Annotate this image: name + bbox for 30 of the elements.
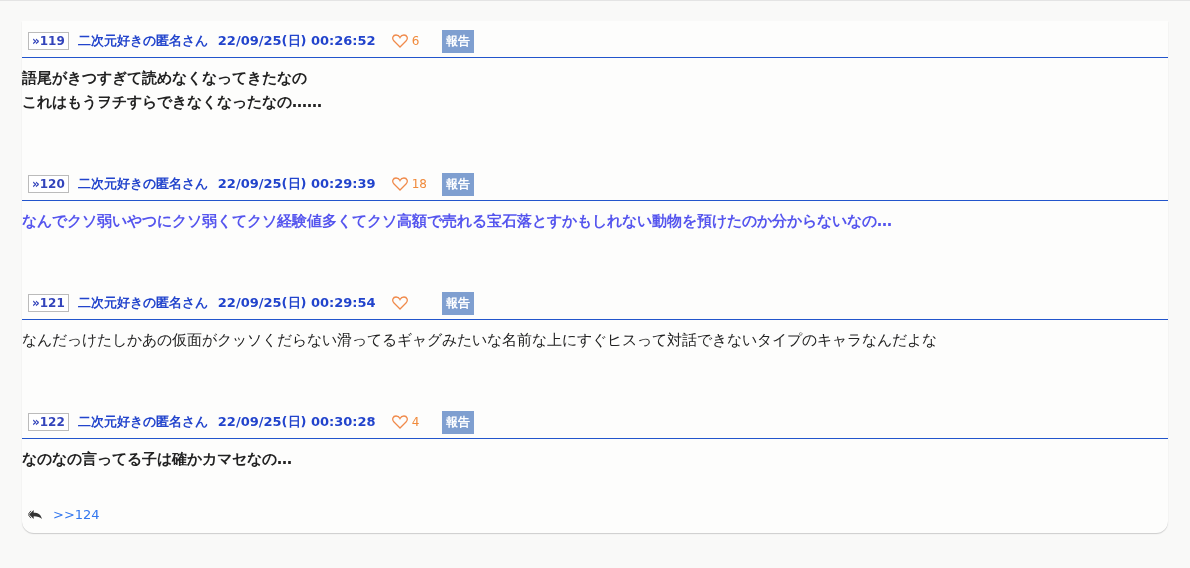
- report-button[interactable]: 報告: [441, 291, 474, 315]
- post-number-link[interactable]: »120: [28, 175, 69, 193]
- heart-icon[interactable]: [391, 34, 408, 48]
- reply-link[interactable]: >>124: [53, 506, 100, 522]
- post-date: 22/09/25(日) 00:29:39: [217, 175, 376, 193]
- heart-icon[interactable]: [391, 296, 408, 310]
- report-button[interactable]: 報告: [441, 29, 474, 53]
- report-button[interactable]: 報告: [441, 172, 474, 196]
- post-text: 語尾がきつすぎて読めなくなってきたなの: [22, 68, 308, 89]
- post-date: 22/09/25(日) 00:30:28: [217, 413, 376, 431]
- author-name: 二次元好きの匿名さん: [77, 294, 208, 312]
- post-number-link[interactable]: »119: [28, 32, 69, 50]
- post-text: なんでクソ弱いやつにクソ弱くてクソ経験値多くてクソ高額で売れる宝石落とすかもしれない動物を預けたのか分からないなの…: [22, 211, 893, 232]
- report-button[interactable]: 報告: [441, 410, 474, 434]
- post-date: 22/09/25(日) 00:29:54: [217, 294, 376, 312]
- post-text: なんだっけたしかあの仮面がクッソくだらない滑ってるギャグみたいな名前な上にすぐヒスって対話できないタイプのキャラなんだよな: [22, 330, 938, 351]
- post-number-link[interactable]: »122: [28, 413, 69, 431]
- post-text: なのなの言ってる子は確かカマセなの…: [22, 449, 293, 470]
- like-count: 18: [411, 177, 427, 191]
- post-number-link[interactable]: »121: [28, 294, 69, 312]
- post-date: 22/09/25(日) 00:26:52: [217, 32, 376, 50]
- like-count: 4: [411, 415, 420, 429]
- post-text: これはもうヲチすらできなくなったなの……: [22, 92, 323, 113]
- heart-icon[interactable]: [391, 415, 408, 429]
- author-name: 二次元好きの匿名さん: [77, 175, 208, 193]
- author-name: 二次元好きの匿名さん: [77, 413, 208, 431]
- heart-icon[interactable]: [391, 177, 408, 191]
- like-count: 6: [411, 34, 420, 48]
- reply-icon: [28, 508, 43, 520]
- author-name: 二次元好きの匿名さん: [77, 32, 208, 50]
